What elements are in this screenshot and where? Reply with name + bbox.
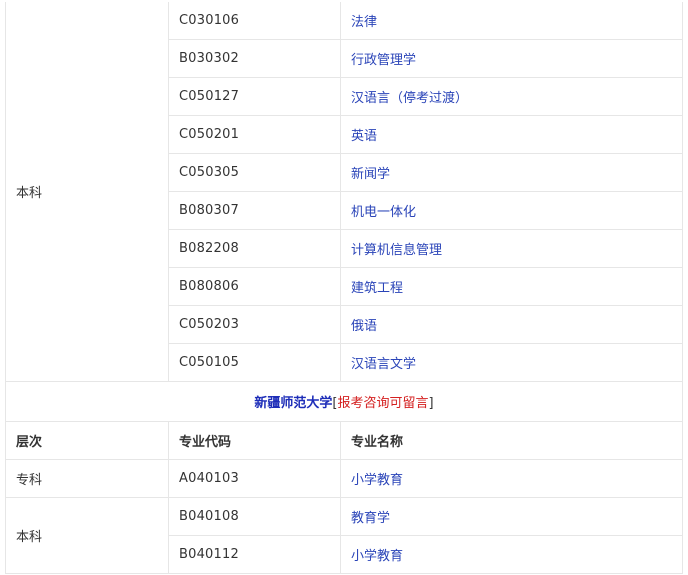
level-cell: 本科	[5, 497, 169, 574]
major-code: B040108	[168, 497, 341, 536]
table-header-row: 层次 专业代码 专业名称	[5, 421, 683, 460]
university-title-row: 新疆师范大学[报考咨询可留言]	[5, 381, 683, 422]
major-code: C050201	[168, 115, 341, 154]
major-code: C050305	[168, 153, 341, 192]
header-code: 专业代码	[168, 421, 341, 460]
major-code: B030302	[168, 39, 341, 78]
major-name-link[interactable]: 小学教育	[340, 535, 683, 574]
major-table: 本科 C030106 法律 B030302 行政管理学 C050127 汉语言（…	[5, 2, 683, 574]
major-name-link[interactable]: 法律	[340, 2, 683, 40]
major-code: C030106	[168, 2, 341, 40]
major-name-link[interactable]: 小学教育	[340, 459, 683, 498]
table-row: 本科 B040108 教育学	[5, 497, 683, 574]
major-code: C050127	[168, 77, 341, 116]
major-code: B040112	[168, 535, 341, 574]
major-name-link[interactable]: 建筑工程	[340, 267, 683, 306]
major-code: B082208	[168, 229, 341, 268]
university-title-cell: 新疆师范大学[报考咨询可留言]	[5, 381, 683, 422]
header-level: 层次	[5, 421, 169, 460]
university-name-link[interactable]: 新疆师范大学	[254, 396, 332, 411]
bracket-close: ]	[428, 396, 434, 411]
major-code: B080307	[168, 191, 341, 230]
major-table-container: 本科 C030106 法律 B030302 行政管理学 C050127 汉语言（…	[5, 2, 683, 574]
table-row: 本科 C030106 法律	[5, 2, 683, 382]
table-row: 专科 A040103 小学教育	[5, 459, 683, 498]
major-code: C050105	[168, 343, 341, 382]
major-name-link[interactable]: 新闻学	[340, 153, 683, 192]
major-name-link[interactable]: 行政管理学	[340, 39, 683, 78]
consult-link[interactable]: 报考咨询可留言	[338, 396, 429, 411]
major-name-link[interactable]: 汉语言文学	[340, 343, 683, 382]
major-name-link[interactable]: 英语	[340, 115, 683, 154]
header-name: 专业名称	[340, 421, 683, 460]
major-code: C050203	[168, 305, 341, 344]
level-cell: 专科	[5, 459, 169, 498]
major-code: A040103	[168, 459, 341, 498]
major-name-link[interactable]: 机电一体化	[340, 191, 683, 230]
level-cell: 本科	[5, 2, 169, 382]
major-code: B080806	[168, 267, 341, 306]
major-name-link[interactable]: 汉语言（停考过渡）	[340, 77, 683, 116]
major-name-link[interactable]: 俄语	[340, 305, 683, 344]
major-name-link[interactable]: 教育学	[340, 497, 683, 536]
major-name-link[interactable]: 计算机信息管理	[340, 229, 683, 268]
